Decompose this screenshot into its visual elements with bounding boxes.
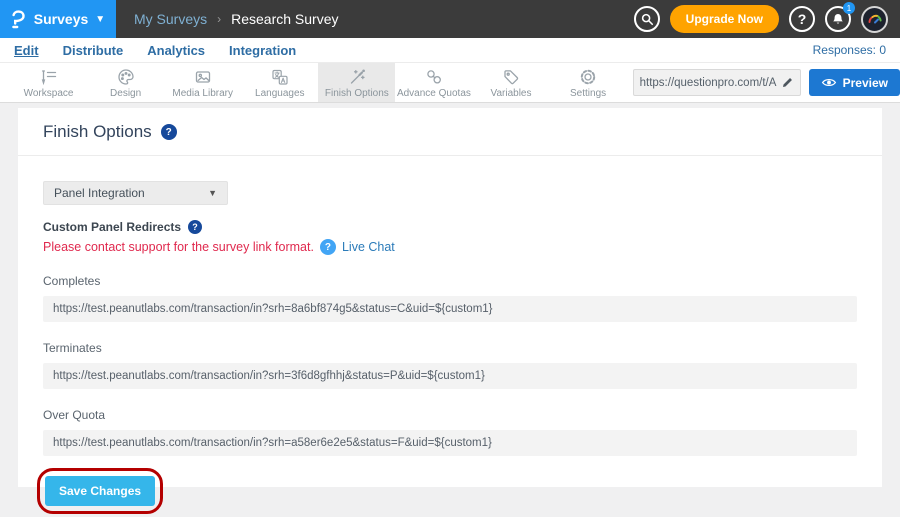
completes-url-input[interactable] <box>43 296 857 322</box>
tab-analytics[interactable]: Analytics <box>147 43 205 58</box>
survey-nav: Edit Distribute Analytics Integration Re… <box>0 38 900 62</box>
product-name: Surveys <box>34 11 88 27</box>
panel-header: Finish Options ? <box>18 108 882 156</box>
tab-edit[interactable]: Edit <box>14 43 39 58</box>
toolbar-item-languages[interactable]: Languages <box>241 63 318 102</box>
help-icon: ? <box>798 11 807 27</box>
preview-button[interactable]: Preview <box>809 69 900 96</box>
page-title: Finish Options <box>43 122 152 142</box>
chevron-down-icon: ▼ <box>208 188 217 198</box>
breadcrumb: My Surveys › Research Survey <box>134 11 339 27</box>
avatar-image <box>866 10 884 28</box>
section-title: Custom Panel Redirects <box>43 220 181 234</box>
over-quota-url-input[interactable] <box>43 430 857 456</box>
advance-quotas-links-icon <box>424 67 444 87</box>
eye-icon <box>821 77 837 88</box>
product-menu[interactable]: Surveys ▼ <box>0 0 116 38</box>
design-palette-icon <box>116 67 136 87</box>
tab-integration[interactable]: Integration <box>229 43 296 58</box>
variables-tag-icon <box>501 67 521 87</box>
live-chat-link[interactable]: Live Chat <box>342 240 395 254</box>
media-library-icon <box>193 67 213 87</box>
languages-icon <box>270 67 290 87</box>
finish-options-wand-icon <box>347 67 367 87</box>
title-help-icon[interactable]: ? <box>161 124 177 140</box>
save-changes-button[interactable]: Save Changes <box>45 476 155 506</box>
section-help-icon[interactable]: ? <box>188 220 202 234</box>
terminates-field-group: Terminates <box>43 341 857 389</box>
toolbar-item-settings[interactable]: Settings <box>550 63 627 102</box>
edit-toolbar: Workspace Design Media Library <box>0 62 900 103</box>
panel-type-dropdown[interactable]: Panel Integration ▼ <box>43 181 228 205</box>
completes-field-group: Completes <box>43 274 857 322</box>
avatar[interactable] <box>861 6 888 33</box>
toolbar-item-design[interactable]: Design <box>87 63 164 102</box>
questionpro-logo-icon <box>11 9 27 29</box>
support-note: Please contact support for the survey li… <box>43 240 314 254</box>
toolbar-item-media-library[interactable]: Media Library <box>164 63 241 102</box>
header-actions: Upgrade Now ? 1 <box>634 5 900 33</box>
edit-url-pencil-icon[interactable] <box>781 76 794 89</box>
help-button[interactable]: ? <box>789 6 815 32</box>
workspace-icon <box>39 67 59 87</box>
top-header: Surveys ▼ My Surveys › Research Survey U… <box>0 0 900 38</box>
chevron-down-icon: ▼ <box>95 14 105 25</box>
completes-label: Completes <box>43 274 857 288</box>
custom-panel-redirects-row: Custom Panel Redirects ? <box>43 220 857 234</box>
terminates-label: Terminates <box>43 341 857 355</box>
breadcrumb-survey-name: Research Survey <box>231 11 338 27</box>
toolbar-item-finish-options[interactable]: Finish Options <box>318 63 395 102</box>
breadcrumb-separator: › <box>217 12 221 26</box>
settings-gear-icon <box>578 67 598 87</box>
live-chat-help-icon[interactable]: ? <box>320 239 336 255</box>
panel-type-value: Panel Integration <box>54 186 145 200</box>
search-button[interactable] <box>634 6 660 32</box>
breadcrumb-my-surveys[interactable]: My Surveys <box>134 11 207 27</box>
notifications-button[interactable]: 1 <box>825 6 851 32</box>
tab-distribute[interactable]: Distribute <box>63 43 124 58</box>
toolbar-item-advance-quotas[interactable]: Advance Quotas <box>395 63 472 102</box>
panel-body: Panel Integration ▼ Custom Panel Redirec… <box>18 156 882 506</box>
terminates-url-input[interactable] <box>43 363 857 389</box>
over-quota-label: Over Quota <box>43 408 857 422</box>
support-note-row: Please contact support for the survey li… <box>43 239 857 255</box>
survey-url-box <box>633 69 801 96</box>
responses-count: Responses: 0 <box>813 43 886 57</box>
notification-badge: 1 <box>843 2 855 14</box>
bell-icon <box>831 12 845 26</box>
save-area: Save Changes <box>45 476 155 506</box>
survey-url-input[interactable] <box>640 77 781 89</box>
search-icon <box>640 12 654 26</box>
toolbar-item-workspace[interactable]: Workspace <box>10 63 87 102</box>
toolbar-item-variables[interactable]: Variables <box>472 63 549 102</box>
finish-options-panel: Finish Options ? Panel Integration ▼ Cus… <box>18 108 882 487</box>
over-quota-field-group: Over Quota <box>43 408 857 456</box>
upgrade-now-button[interactable]: Upgrade Now <box>670 5 779 33</box>
